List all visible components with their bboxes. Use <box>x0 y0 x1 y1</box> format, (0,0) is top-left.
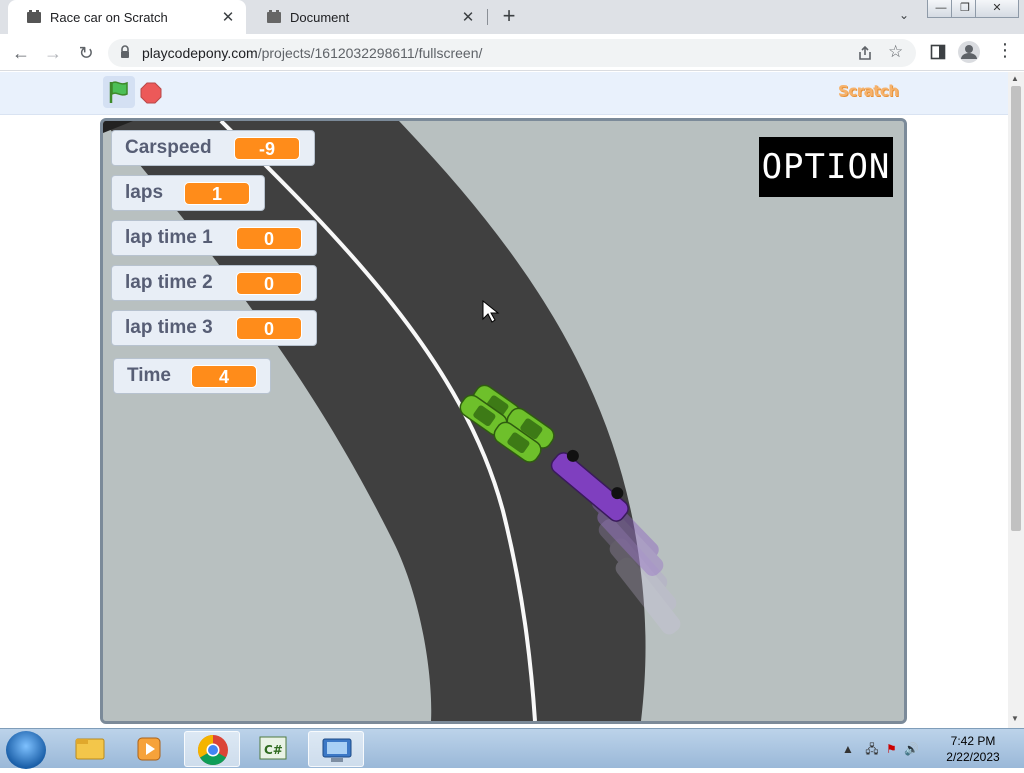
tab-divider <box>487 9 488 25</box>
race-track <box>103 121 904 721</box>
window-close-button[interactable]: ✕ <box>975 0 1019 18</box>
tab-close-icon[interactable]: ✕ <box>458 8 478 26</box>
share-icon[interactable] <box>857 45 873 61</box>
project-stage[interactable]: Carspeed -9 laps 1 lap time 1 0 lap time… <box>100 118 907 724</box>
browser-toolbar: ← → ↻ playcodepony.com/projects/16120322… <box>0 34 1024 71</box>
monitor-lap-time-1: lap time 1 0 <box>111 220 317 256</box>
url-text: playcodepony.com/projects/1612032298611/… <box>142 45 482 61</box>
network-icon[interactable]: 🖧 <box>865 742 878 756</box>
option-button[interactable]: OPTION <box>759 137 893 197</box>
scratch-favicon-icon <box>27 10 41 23</box>
csharp-editor-icon[interactable]: C# <box>246 731 302 767</box>
action-center-flag-icon[interactable]: ⚑ <box>886 742 897 756</box>
back-arrow-icon[interactable]: ← <box>8 40 34 66</box>
document-favicon-icon <box>267 10 281 23</box>
clock-time: 7:42 PM <box>950 734 996 748</box>
address-bar[interactable]: playcodepony.com/projects/1612032298611/… <box>108 39 916 67</box>
lock-icon <box>121 45 129 58</box>
monitor-label: laps <box>125 182 164 203</box>
monitor-label: lap time 3 <box>125 317 213 338</box>
monitor-label: lap time 2 <box>125 272 213 293</box>
browser-tab-strip: Race car on Scratch ✕ Document ✕ + ⌄ — ❐… <box>0 0 1024 34</box>
stop-button[interactable] <box>140 82 162 104</box>
system-clock[interactable]: 7:42 PM 2/22/2023 <box>940 733 1006 765</box>
svg-text:C#: C# <box>264 743 283 757</box>
scrollbar-thumb[interactable] <box>1011 86 1021 531</box>
monitor-time: Time 4 <box>113 358 271 394</box>
start-orb-icon[interactable] <box>6 731 46 769</box>
tab-title: Race car on Scratch <box>50 9 168 25</box>
tab-close-icon[interactable]: ✕ <box>218 8 238 26</box>
monitor-label: Carspeed <box>125 137 212 158</box>
scratch-player-header: Scratch <box>0 72 1008 115</box>
monitor-value: 0 <box>236 317 302 340</box>
tab-search-chevron-icon[interactable]: ⌄ <box>894 8 914 26</box>
monitor-lap-time-3: lap time 3 0 <box>111 310 317 346</box>
media-player-icon[interactable] <box>122 731 178 767</box>
file-explorer-icon[interactable] <box>62 731 118 767</box>
page-scrollbar[interactable]: ▲ ▼ <box>1008 72 1024 728</box>
show-hidden-icons-icon[interactable]: ▲ <box>842 742 854 756</box>
volume-icon[interactable]: 🔊 <box>904 742 919 756</box>
windows-taskbar: C# ▲ 🖧 ⚑ 🔊 7:42 PM 2/22/2023 <box>0 728 1024 769</box>
url-path: /projects/1612032298611/fullscreen/ <box>257 45 483 61</box>
reload-icon[interactable]: ↻ <box>73 40 99 66</box>
green-flag-button[interactable] <box>103 76 135 108</box>
monitor-value: -9 <box>234 137 300 160</box>
monitor-value: 1 <box>184 182 250 205</box>
monitor-value: 4 <box>191 365 257 388</box>
monitor-carspeed: Carspeed -9 <box>111 130 315 166</box>
side-panel-icon[interactable] <box>930 44 946 60</box>
green-flag-icon <box>109 81 128 103</box>
menu-kebab-icon[interactable]: ⋮ <box>996 40 1014 61</box>
system-tray[interactable]: ▲ 🖧 ⚑ 🔊 <box>842 740 919 761</box>
scroll-down-icon[interactable]: ▼ <box>1011 714 1019 723</box>
forward-arrow-icon[interactable]: → <box>40 40 66 66</box>
remote-desktop-icon[interactable] <box>308 731 364 767</box>
scratch-logo[interactable]: Scratch <box>838 82 899 100</box>
bookmark-star-icon[interactable]: ☆ <box>888 42 903 62</box>
scroll-up-icon[interactable]: ▲ <box>1011 74 1019 83</box>
monitor-lap-time-2: lap time 2 0 <box>111 265 317 301</box>
new-tab-button[interactable]: + <box>497 4 521 30</box>
tab-race-car[interactable]: Race car on Scratch ✕ <box>8 0 246 34</box>
monitor-label: lap time 1 <box>125 227 213 248</box>
tab-title: Document <box>290 9 350 25</box>
tab-document[interactable]: Document ✕ <box>248 0 486 34</box>
url-host: playcodepony.com <box>142 45 258 61</box>
chrome-icon[interactable] <box>184 731 240 767</box>
clock-date: 2/22/2023 <box>946 750 1000 764</box>
monitor-label: Time <box>127 365 172 386</box>
monitor-value: 0 <box>236 227 302 250</box>
monitor-value: 0 <box>236 272 302 295</box>
profile-avatar-icon[interactable] <box>958 41 980 63</box>
monitor-laps: laps 1 <box>111 175 265 211</box>
